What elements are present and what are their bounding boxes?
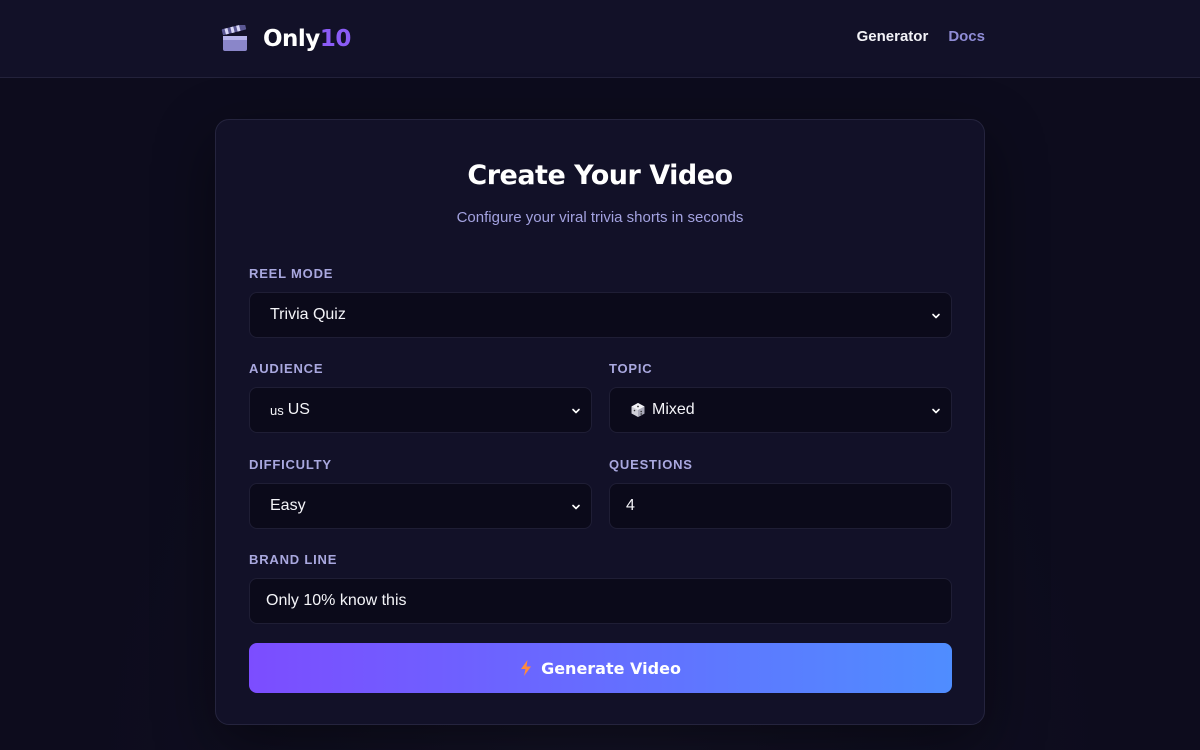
generate-video-button[interactable]: Generate Video bbox=[249, 643, 952, 693]
audience-label: AUDIENCE bbox=[249, 361, 324, 376]
chevron-down-icon bbox=[932, 313, 940, 319]
difficulty-select[interactable]: Easy bbox=[249, 483, 592, 529]
topic-select[interactable]: Mixed bbox=[609, 387, 952, 433]
brand-line-input[interactable]: Only 10% know this bbox=[249, 578, 952, 624]
lightning-icon bbox=[521, 660, 532, 676]
brand-name: Only10 bbox=[263, 26, 351, 52]
chevron-down-icon bbox=[572, 504, 580, 510]
questions-label: QUESTIONS bbox=[609, 457, 693, 472]
brand-line-label: BRAND LINE bbox=[249, 552, 338, 567]
brand-line-value: Only 10% know this bbox=[266, 592, 407, 609]
chevron-down-icon bbox=[932, 408, 940, 414]
topic-value: Mixed bbox=[652, 401, 695, 418]
questions-value: 4 bbox=[626, 497, 635, 514]
reel-mode-select[interactable]: Trivia Quiz bbox=[249, 292, 952, 338]
page-title: Create Your Video bbox=[467, 160, 733, 191]
dice-icon bbox=[631, 403, 645, 417]
chevron-down-icon bbox=[572, 408, 580, 414]
us-flag-icon: us bbox=[270, 402, 284, 418]
difficulty-label: DIFFICULTY bbox=[249, 457, 332, 472]
brand-logo[interactable]: Only10 bbox=[221, 22, 351, 56]
nav-generator[interactable]: Generator bbox=[857, 28, 929, 45]
audience-select[interactable]: us US bbox=[249, 387, 592, 433]
questions-input[interactable]: 4 bbox=[609, 483, 952, 529]
reel-mode-value: Trivia Quiz bbox=[270, 306, 346, 323]
audience-value: US bbox=[287, 401, 310, 418]
clapperboard-icon bbox=[221, 25, 247, 51]
nav-docs[interactable]: Docs bbox=[948, 28, 985, 45]
create-video-card: Create Your Video Configure your viral t… bbox=[215, 119, 985, 725]
reel-mode-label: REEL MODE bbox=[249, 266, 334, 281]
generate-video-label: Generate Video bbox=[541, 658, 681, 678]
difficulty-value: Easy bbox=[270, 497, 306, 514]
topic-label: TOPIC bbox=[609, 361, 653, 376]
main-nav: Generator Docs bbox=[857, 28, 985, 45]
page-subtitle: Configure your viral trivia shorts in se… bbox=[456, 209, 744, 226]
top-bar: Only10 Generator Docs bbox=[0, 0, 1200, 78]
